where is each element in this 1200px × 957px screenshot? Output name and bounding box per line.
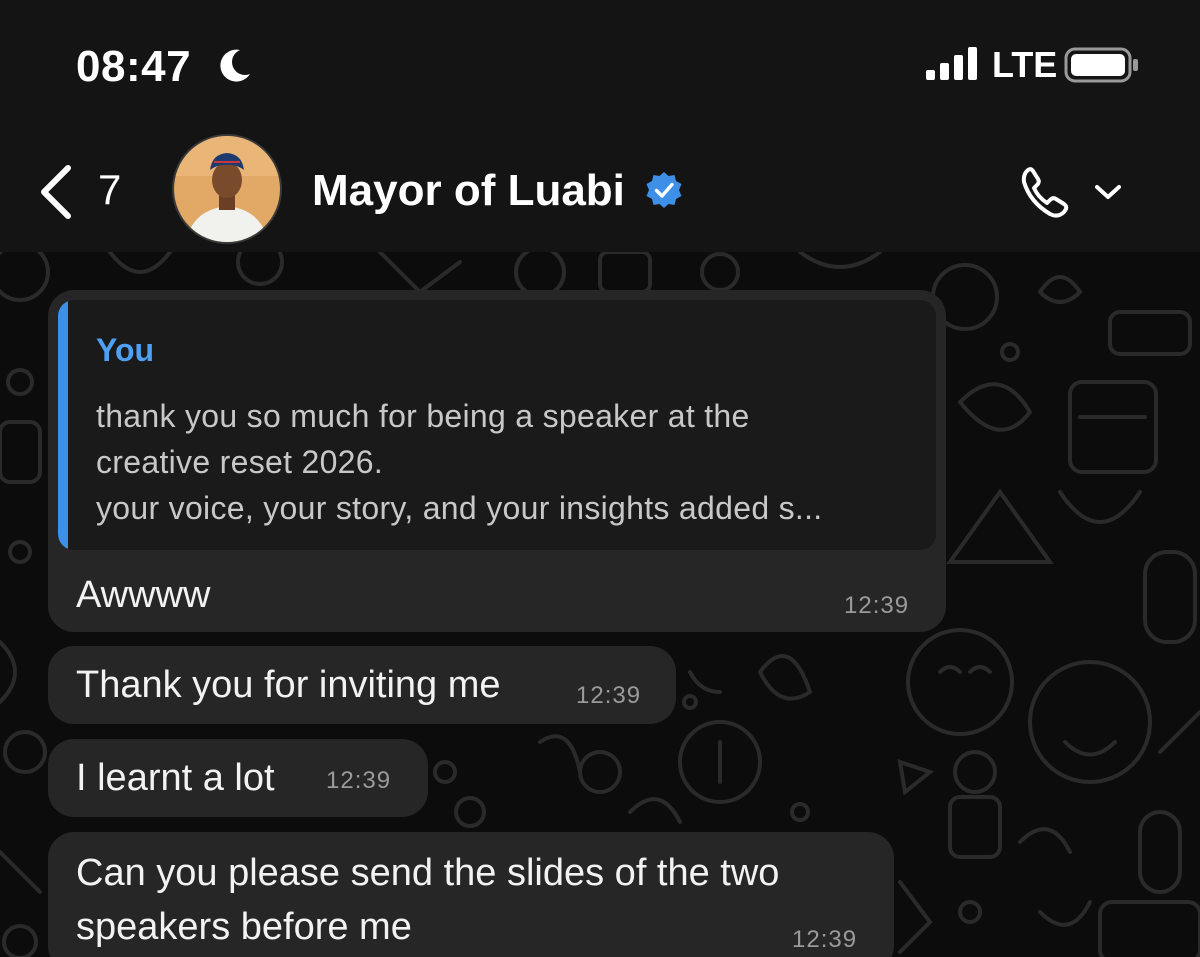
- quote-line-3: your voice, your story, and your insight…: [96, 490, 823, 526]
- message-text: Awwww: [76, 574, 211, 616]
- message-bubble-3[interactable]: I learnt a lot 12:39: [48, 739, 428, 817]
- status-bar: 08:47 LTE: [0, 0, 1200, 130]
- moon-icon: [220, 49, 250, 82]
- back-button[interactable]: 7: [34, 160, 144, 224]
- chevron-left-icon: [41, 165, 71, 219]
- message-bubble-2[interactable]: Thank you for inviting me 12:39: [48, 646, 676, 724]
- chat-header: 7 Mayor of Luabi: [0, 130, 1200, 252]
- signal-icon: [926, 47, 977, 80]
- battery-icon: [1064, 47, 1138, 83]
- message-time: 12:39: [844, 592, 910, 619]
- status-time: 08:47: [76, 42, 192, 91]
- message-bubble-1[interactable]: You thank you so much for being a speake…: [48, 290, 946, 632]
- network-label: LTE: [992, 44, 1058, 85]
- message-time: 12:39: [792, 926, 858, 953]
- message-bubble-4[interactable]: Can you please send the slides of the tw…: [48, 832, 894, 957]
- contact-name[interactable]: Mayor of Luabi: [312, 166, 625, 216]
- unread-count: 7: [98, 166, 122, 213]
- message-text: Thank you for inviting me: [76, 664, 501, 706]
- message-time: 12:39: [326, 767, 392, 794]
- avatar[interactable]: [172, 134, 282, 244]
- chat-area[interactable]: You thank you so much for being a speake…: [0, 252, 1200, 957]
- quote-sender: You: [96, 332, 155, 368]
- message-text: I learnt a lot: [76, 757, 275, 799]
- quote-line-2: creative reset 2026.: [96, 444, 384, 480]
- quote-accent-bar: [58, 300, 68, 550]
- chevron-down-icon: [1095, 185, 1121, 199]
- message-time: 12:39: [576, 682, 642, 709]
- quote-line-1: thank you so much for being a speaker at…: [96, 398, 750, 434]
- message-text-line-1: Can you please send the slides of the tw…: [76, 852, 780, 894]
- verified-badge-icon: [646, 172, 682, 208]
- message-text-line-2: speakers before me: [76, 906, 412, 948]
- avatar-photo: [174, 136, 280, 242]
- call-button[interactable]: [1014, 160, 1126, 224]
- quoted-message[interactable]: You thank you so much for being a speake…: [58, 300, 936, 550]
